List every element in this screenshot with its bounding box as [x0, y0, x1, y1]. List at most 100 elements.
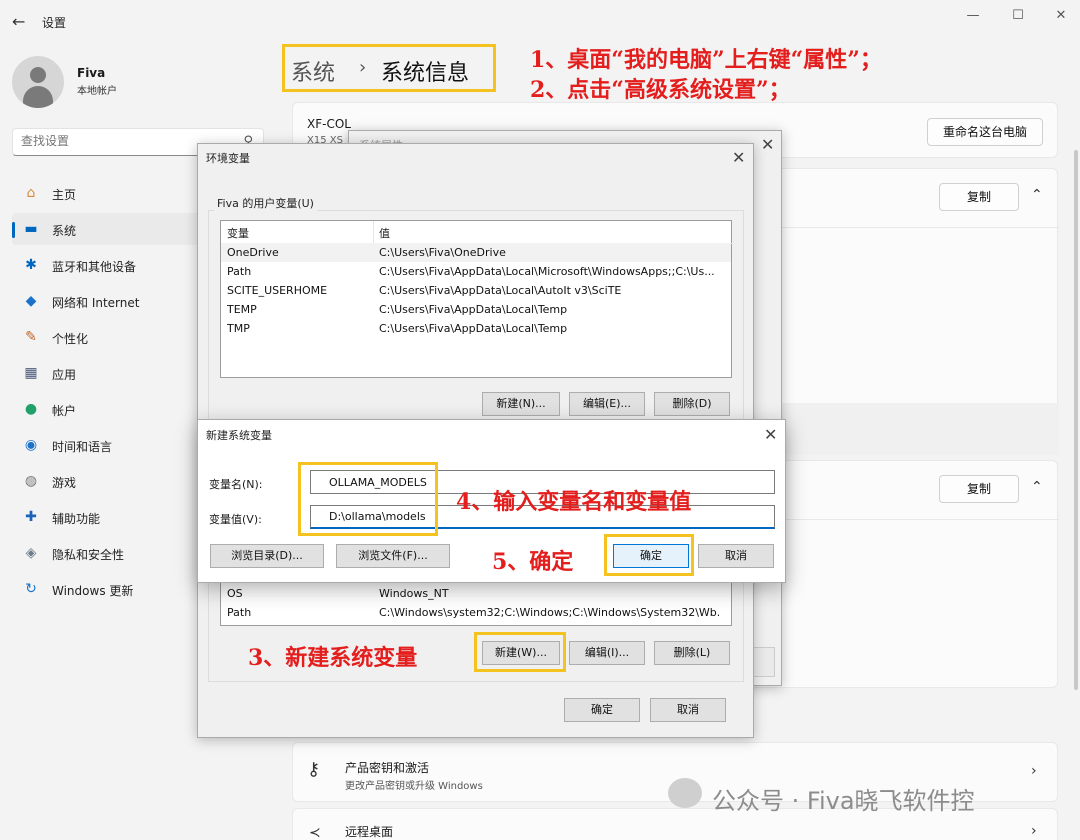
- user-name: Fiva: [77, 66, 106, 80]
- shield-icon: ◈: [25, 545, 37, 561]
- home-icon: ⌂: [26, 185, 36, 201]
- sidebar-item-label: 个性化: [52, 332, 89, 346]
- system-properties-close-icon[interactable]: ✕: [761, 135, 774, 154]
- sidebar-item-label: 网络和 Internet: [52, 296, 140, 310]
- account-icon: ●: [24, 401, 38, 417]
- copy-button-2[interactable]: 复制: [939, 475, 1019, 503]
- watermark-text: 公众号 · Fiva晓飞软件控: [712, 787, 975, 815]
- search-input[interactable]: [21, 134, 221, 148]
- brush-icon: ✎: [25, 329, 37, 345]
- column-header-value[interactable]: 值: [379, 225, 390, 241]
- breadcrumb-separator-icon: ›: [359, 57, 367, 78]
- chevron-right-icon: ›: [1031, 763, 1037, 779]
- variable-value-cell: C:\Windows\system32;C:\Windows;C:\Window…: [379, 606, 719, 619]
- variable-name-cell: TMP: [227, 322, 250, 335]
- rename-pc-button[interactable]: 重命名这台电脑: [927, 118, 1043, 146]
- chevron-up-icon[interactable]: ⌃: [1031, 187, 1043, 203]
- user-variables-list[interactable]: 变量 值 OneDrive C:\Users\Fiva\OneDrive Path C…: [220, 220, 733, 378]
- back-arrow-icon[interactable]: ←: [12, 12, 25, 31]
- maximize-icon[interactable]: ☐: [1003, 6, 1033, 26]
- breadcrumb-parent[interactable]: 系统: [291, 55, 335, 87]
- annotation-step-5: 5、确定: [492, 549, 574, 575]
- sidebar-item-label: 辅助功能: [52, 512, 101, 526]
- breadcrumb: 系统 › 系统信息: [282, 44, 496, 92]
- active-indicator: [12, 222, 15, 238]
- variable-value-cell: C:\Users\Fiva\AppData\Local\Temp: [379, 303, 568, 316]
- system-delete-button[interactable]: 删除(L): [654, 641, 730, 665]
- minimize-icon[interactable]: —: [958, 6, 988, 26]
- highlight-name-value-fields: [298, 462, 438, 536]
- variable-name-cell: SCITE_USERHOME: [227, 284, 328, 297]
- sidebar-item-label: 蓝牙和其他设备: [52, 260, 137, 274]
- chevron-right-icon-2: ›: [1031, 823, 1037, 839]
- variable-name-cell: OneDrive: [227, 246, 279, 259]
- system-variable-row[interactable]: OS Windows_NT: [221, 584, 731, 603]
- user-variable-row[interactable]: TMP C:\Users\Fiva\AppData\Local\Temp: [221, 319, 731, 338]
- user-new-button[interactable]: 新建(N)...: [482, 392, 560, 416]
- sidebar-item-label: 帐户: [52, 404, 77, 418]
- sidebar-item-label: 应用: [52, 368, 77, 382]
- system-monitor-icon: ▬: [24, 221, 38, 237]
- variable-name-cell: Path: [227, 265, 252, 278]
- product-key-title: 产品密钥和激活: [345, 761, 430, 775]
- variable-value-cell: C:\Users\Fiva\AppData\Local\Microsoft\Wi…: [379, 265, 715, 278]
- variable-value-cell: Windows_NT: [379, 587, 449, 600]
- remote-desktop-icon: ≺: [309, 825, 321, 840]
- accessibility-icon: ✚: [25, 509, 37, 525]
- wifi-icon: ◆: [25, 293, 37, 309]
- variable-value-cell: C:\Users\Fiva\OneDrive: [379, 246, 506, 259]
- browse-file-button[interactable]: 浏览文件(F)...: [336, 544, 450, 568]
- sidebar-item-label: Windows 更新: [52, 584, 134, 598]
- system-variable-row[interactable]: Path C:\Windows\system32;C:\Windows;C:\Wi…: [221, 603, 731, 622]
- browse-directory-button[interactable]: 浏览目录(D)...: [210, 544, 324, 568]
- product-key-subtitle: 更改产品密钥或升级 Windows: [345, 781, 483, 792]
- update-icon: ↻: [25, 581, 37, 597]
- new-var-dialog-title: 新建系统变量: [206, 429, 272, 442]
- wechat-icon: [668, 778, 702, 808]
- page-title: 系统信息: [381, 61, 470, 86]
- user-edit-button[interactable]: 编辑(E)...: [569, 392, 645, 416]
- sidebar-item-label: 系统: [52, 224, 77, 238]
- remote-desktop-title: 远程桌面: [345, 825, 394, 839]
- variable-value-label: 变量值(V):: [209, 513, 262, 526]
- globe-clock-icon: ◉: [24, 437, 38, 453]
- variable-name-cell: OS: [227, 587, 243, 600]
- column-header-variable[interactable]: 变量: [227, 225, 249, 241]
- device-name: XF-COL: [307, 117, 351, 131]
- variable-name-cell: TEMP: [227, 303, 257, 316]
- page-scrollbar[interactable]: [1074, 150, 1078, 690]
- highlight-system-new: [474, 632, 566, 672]
- annotation-step-3: 3、新建系统变量: [248, 645, 418, 671]
- sidebar-item-label: 隐私和安全性: [52, 548, 125, 562]
- system-variables-list[interactable]: OS Windows_NT Path C:\Windows\system32;C:\W…: [220, 580, 732, 626]
- annotation-step-2: 2、点击“高级系统设置”；: [530, 77, 791, 103]
- variable-name-label: 变量名(N):: [209, 478, 263, 491]
- highlight-ok-button: [604, 534, 694, 576]
- avatar: [12, 56, 64, 108]
- close-icon[interactable]: ✕: [1046, 6, 1076, 26]
- annotation-step-4: 4、输入变量名和变量值: [456, 489, 692, 515]
- user-variable-row[interactable]: SCITE_USERHOME C:\Users\Fiva\AppData\Loca…: [221, 281, 731, 300]
- user-delete-button[interactable]: 删除(D): [654, 392, 730, 416]
- user-variable-row[interactable]: Path C:\Users\Fiva\AppData\Local\Microsof…: [221, 262, 731, 281]
- env-dialog-title: 环境变量: [206, 152, 250, 165]
- new-var-close-icon[interactable]: ✕: [764, 425, 777, 444]
- sidebar-item-label: 游戏: [52, 476, 77, 490]
- user-variable-row[interactable]: TEMP C:\Users\Fiva\AppData\Local\Temp: [221, 300, 731, 319]
- gamepad-icon: ◍: [24, 473, 38, 489]
- sidebar-item-label: 时间和语言: [52, 440, 113, 454]
- user-variable-row[interactable]: OneDrive C:\Users\Fiva\OneDrive: [221, 243, 731, 262]
- system-edit-button[interactable]: 编辑(I)...: [569, 641, 645, 665]
- sidebar-item-label: 主页: [52, 188, 77, 202]
- env-dialog-close-icon[interactable]: ✕: [732, 148, 745, 167]
- new-var-cancel-button[interactable]: 取消: [698, 544, 774, 568]
- bluetooth-icon: ✱: [25, 257, 37, 273]
- apps-icon: ▦: [24, 365, 38, 381]
- account-type: 本地帐户: [77, 86, 117, 97]
- env-cancel-button[interactable]: 取消: [650, 698, 726, 722]
- key-icon: ⚷: [307, 759, 321, 780]
- user-variables-label: Fiva 的用户变量(U): [214, 195, 317, 211]
- env-ok-button[interactable]: 确定: [564, 698, 640, 722]
- copy-button[interactable]: 复制: [939, 183, 1019, 211]
- chevron-up-icon-2[interactable]: ⌃: [1031, 479, 1043, 495]
